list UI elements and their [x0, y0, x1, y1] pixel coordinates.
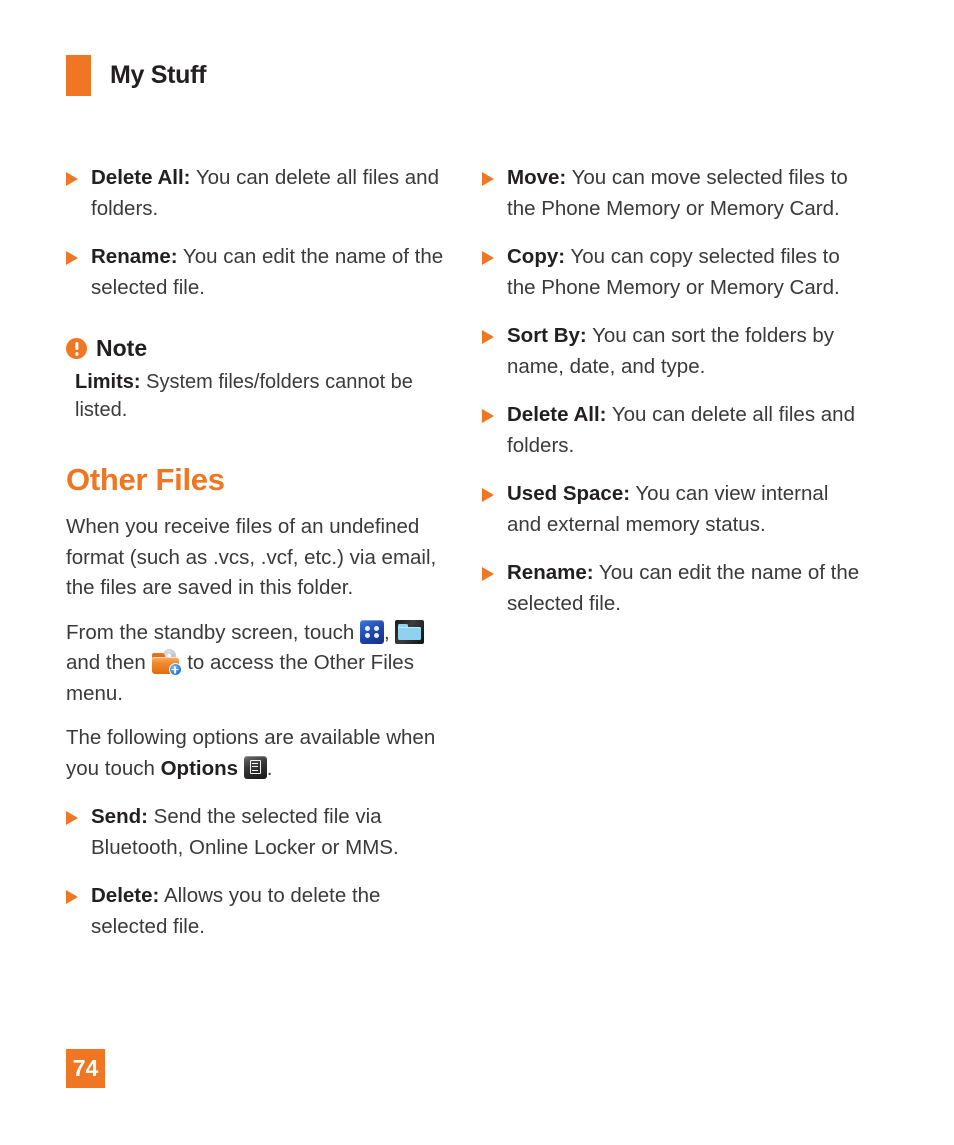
grid-menu-icon[interactable]: [359, 619, 384, 644]
triangle-bullet-icon: [66, 172, 78, 186]
list-item: Copy: You can copy selected files to the…: [482, 242, 862, 303]
left-option-bullet-list: Send: Send the selected file via Bluetoo…: [66, 802, 446, 942]
list-item: Sort By: You can sort the folders by nam…: [482, 321, 862, 382]
list-item: Move: You can move selected files to the…: [482, 163, 862, 224]
note-body: Limits: System files/folders cannot be l…: [66, 368, 446, 424]
bullet-term: Delete All:: [91, 166, 191, 189]
note-header: Note: [66, 335, 446, 362]
section-paragraph-options: The following options are available when…: [66, 723, 446, 784]
options-list-icon[interactable]: [243, 755, 267, 779]
bullet-term: Used Space:: [507, 482, 631, 505]
nav-text-part-2: and then: [66, 651, 146, 674]
triangle-bullet-icon: [66, 251, 78, 265]
note-label: Note: [96, 335, 148, 361]
other-files-folder-icon[interactable]: [151, 649, 182, 676]
triangle-bullet-icon: [482, 488, 494, 502]
exclamation-circle-icon: [66, 338, 87, 359]
right-column: Move: You can move selected files to the…: [482, 163, 862, 619]
nav-comma: ,: [383, 620, 390, 644]
triangle-bullet-icon: [66, 811, 78, 825]
bullet-term: Rename:: [507, 561, 594, 584]
folder-icon[interactable]: [395, 619, 425, 644]
triangle-bullet-icon: [482, 251, 494, 265]
bullet-term: Send:: [91, 805, 148, 828]
section-paragraph-intro: When you receive files of an undefined f…: [66, 515, 437, 599]
page-header: My Stuff: [66, 55, 207, 96]
list-item: Used Space: You can view internal and ex…: [482, 479, 862, 540]
note-body-term: Limits:: [75, 371, 141, 393]
bullet-term: Move:: [507, 166, 567, 189]
section-paragraph-navigation: From the standby screen, touch , and the…: [66, 618, 446, 710]
triangle-bullet-icon: [482, 567, 494, 581]
list-item: Delete All: You can delete all files and…: [66, 163, 446, 224]
section-title-other-files: Other Files: [66, 462, 225, 497]
left-top-bullet-list: Delete All: You can delete all files and…: [66, 163, 446, 303]
bullet-term: Rename:: [91, 245, 178, 268]
triangle-bullet-icon: [482, 172, 494, 186]
bullet-term: Copy:: [507, 245, 566, 268]
triangle-bullet-icon: [482, 409, 494, 423]
bullet-term: Sort By:: [507, 324, 587, 347]
triangle-bullet-icon: [482, 330, 494, 344]
options-text-part-2: .: [266, 756, 273, 780]
bullet-term: Delete:: [91, 884, 160, 907]
bullet-term: Delete All:: [507, 403, 607, 426]
triangle-bullet-icon: [66, 890, 78, 904]
nav-text-part-1: From the standby screen, touch: [66, 620, 355, 644]
page-title: My Stuff: [110, 61, 207, 89]
list-item: Delete: Allows you to delete the selecte…: [66, 881, 446, 942]
right-bullet-list: Move: You can move selected files to the…: [482, 163, 862, 619]
page-number-badge: 74: [66, 1049, 105, 1088]
list-item: Rename: You can edit the name of the sel…: [482, 558, 862, 619]
header-accent-bar: [66, 55, 91, 96]
note-block: Note Limits: System files/folders cannot…: [66, 335, 446, 424]
options-label: Options: [160, 756, 239, 780]
list-item: Send: Send the selected file via Bluetoo…: [66, 802, 446, 863]
list-item: Delete All: You can delete all files and…: [482, 400, 862, 461]
left-column: Delete All: You can delete all files and…: [66, 163, 446, 942]
list-item: Rename: You can edit the name of the sel…: [66, 242, 446, 303]
